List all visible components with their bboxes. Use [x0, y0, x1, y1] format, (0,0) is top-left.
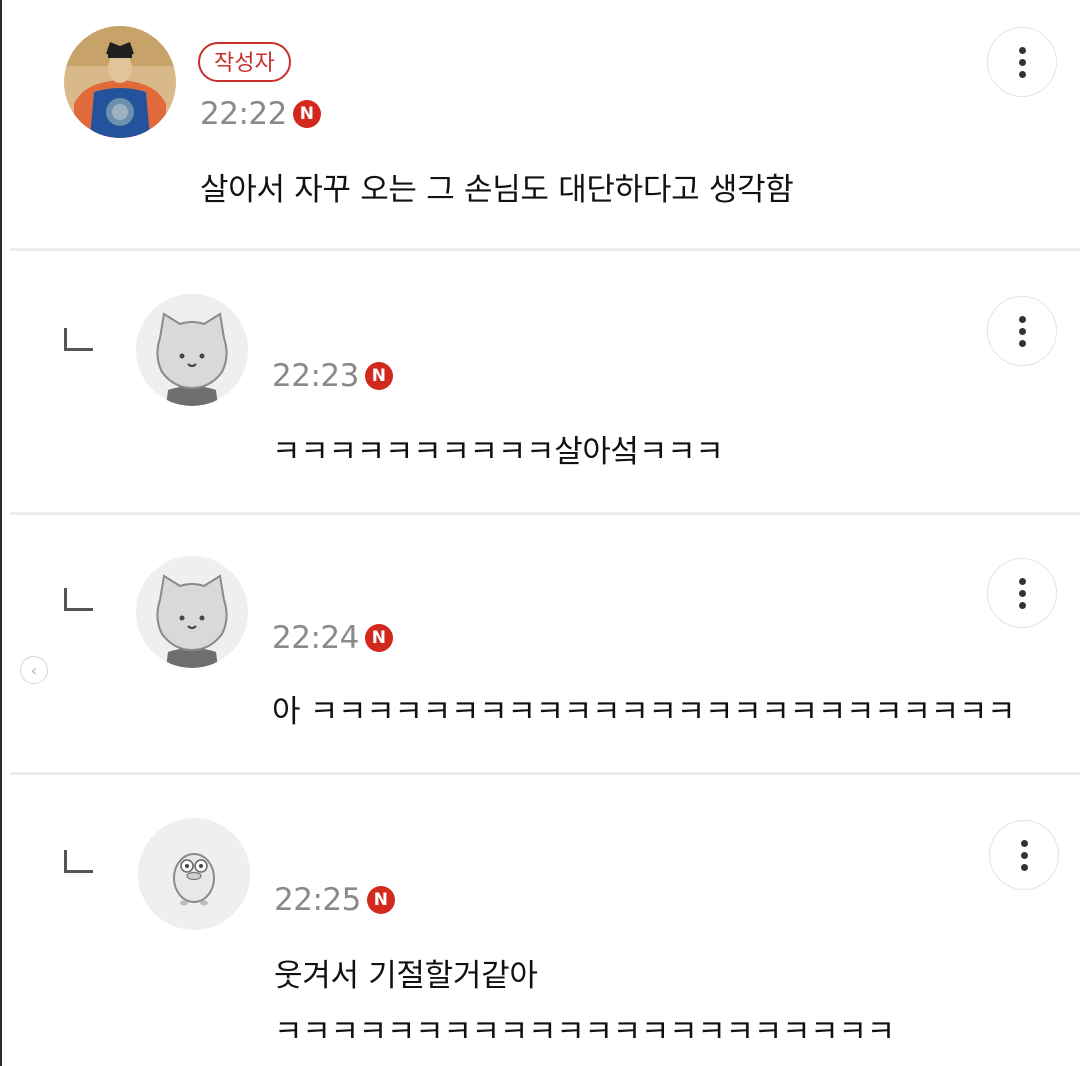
chevron-left-icon[interactable]: ‹ — [20, 656, 48, 684]
new-badge: N — [364, 624, 393, 652]
comment-text: 웃겨서 기절할거같아 — [274, 958, 538, 994]
more-vertical-icon — [1018, 315, 1026, 323]
comment-divider — [10, 512, 1080, 515]
comment-text-line2: ㅋㅋㅋㅋㅋㅋㅋㅋㅋㅋㅋㅋㅋㅋㅋㅋㅋㅋㅋㅋㅋㅋ — [274, 1014, 895, 1050]
comment-item: 작성자 22:22 N 살아서 자꾸 오는 그 손님도 대단하다고 생각함 — [0, 0, 1080, 250]
reply-item: 22:25 N 웃겨서 기절할거같아 ㅋㅋㅋㅋㅋㅋㅋㅋㅋㅋㅋㅋㅋㅋㅋㅋㅋㅋㅋㅋㅋ… — [0, 776, 1080, 1066]
king-portrait-icon — [64, 26, 176, 138]
commenter-avatar[interactable] — [136, 294, 248, 406]
more-vertical-icon — [1018, 577, 1026, 585]
comment-meta: 22:24 N — [272, 620, 393, 656]
comment-text: 아 ㅋㅋㅋㅋㅋㅋㅋㅋㅋㅋㅋㅋㅋㅋㅋㅋㅋㅋㅋㅋㅋㅋㅋㅋㅋ — [272, 694, 1016, 730]
more-vertical-icon — [1018, 46, 1026, 54]
comment-meta: 22:25 N — [274, 882, 395, 918]
new-badge: N — [364, 362, 393, 390]
comment-time: 22:23 — [272, 358, 359, 394]
more-options-button[interactable] — [987, 296, 1057, 366]
duck-character-icon — [138, 818, 250, 930]
comment-meta: 22:22 N — [200, 96, 321, 132]
comment-list: 작성자 22:22 N 살아서 자꾸 오는 그 손님도 대단하다고 생각함 22… — [0, 0, 1080, 1066]
comment-divider — [10, 772, 1080, 775]
comment-meta: 22:23 N — [272, 358, 393, 394]
more-options-button[interactable] — [987, 27, 1057, 97]
reply-corner-icon — [64, 588, 93, 611]
comment-time: 22:24 — [272, 620, 359, 656]
comment-text: ㅋㅋㅋㅋㅋㅋㅋㅋㅋㅋ살아섴ㅋㅋㅋ — [272, 434, 724, 470]
comment-time: 22:25 — [274, 882, 361, 918]
new-badge: N — [292, 100, 321, 128]
comment-divider — [10, 248, 1080, 251]
new-badge: N — [366, 886, 395, 914]
reply-corner-icon — [64, 850, 93, 873]
more-options-button[interactable] — [987, 558, 1057, 628]
reply-corner-icon — [64, 328, 93, 351]
comment-time: 22:22 — [200, 96, 287, 132]
more-options-button[interactable] — [989, 820, 1059, 890]
more-vertical-icon — [1020, 839, 1028, 847]
comment-text: 살아서 자꾸 오는 그 손님도 대단하다고 생각함 — [200, 172, 794, 208]
commenter-avatar[interactable] — [136, 556, 248, 668]
commenter-avatar[interactable] — [138, 818, 250, 930]
cat-character-icon — [136, 294, 248, 406]
reply-item: 22:24 N 아 ㅋㅋㅋㅋㅋㅋㅋㅋㅋㅋㅋㅋㅋㅋㅋㅋㅋㅋㅋㅋㅋㅋㅋㅋㅋ — [0, 516, 1080, 772]
cat-character-icon — [136, 556, 248, 668]
author-badge: 작성자 — [198, 42, 291, 82]
reply-item: 22:23 N ㅋㅋㅋㅋㅋㅋㅋㅋㅋㅋ살아섴ㅋㅋㅋ — [0, 252, 1080, 514]
author-avatar[interactable] — [64, 26, 176, 138]
